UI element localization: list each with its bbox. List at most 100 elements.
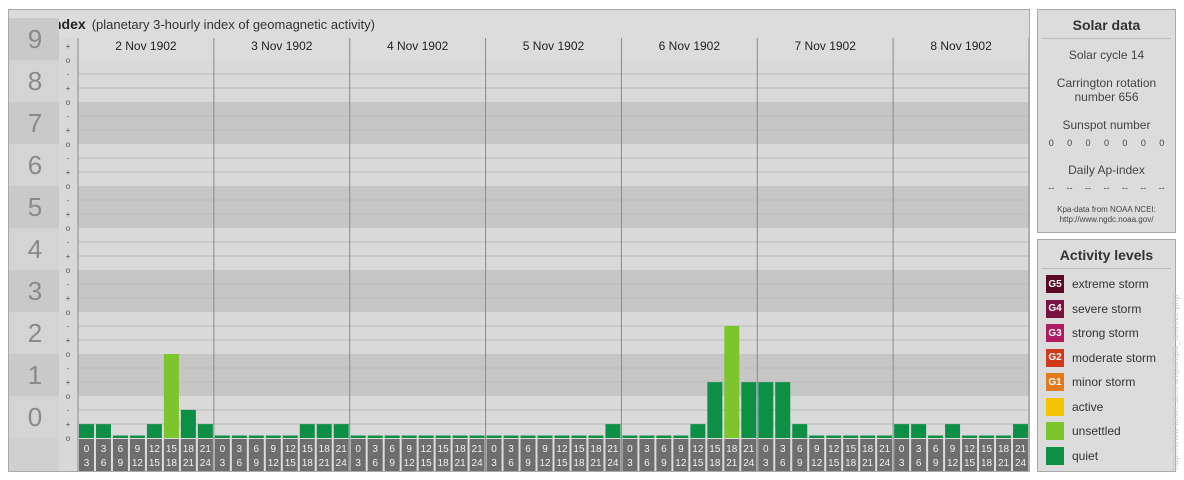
minor-tick-label: + [66,336,71,345]
interval-end: 21 [726,458,738,469]
interval-end: 18 [166,458,178,469]
interval-end: 9 [118,458,124,469]
interval-end: 3 [84,458,90,469]
day-label: 5 Nov 1902 [523,39,585,53]
interval-start: 3 [101,444,107,455]
interval-start: 15 [573,444,585,455]
interval-start: 18 [998,444,1010,455]
interval-end: 21 [998,458,1010,469]
interval-start: 18 [726,444,738,455]
legend-label: active [1072,399,1104,414]
sunspot-label: Sunspot number [1062,118,1151,132]
plot-band-6 [78,144,1029,186]
interval-end: 15 [828,458,840,469]
interval-end: 15 [285,458,297,469]
y-tick-label: 3 [28,276,42,306]
legend-item-strong-storm: G3 strong storm [1046,324,1139,342]
y-tick-label: 2 [28,318,42,348]
interval-end: 15 [964,458,976,469]
interval-end: 9 [661,458,667,469]
kp-bar [690,424,706,438]
interval-end: 18 [981,458,993,469]
legend-swatch: G4 [1046,299,1064,318]
kp-bar [741,382,757,438]
kp-bar [639,435,655,438]
sunspot-value-4: 0 [1122,138,1128,148]
interval-start: 6 [661,444,667,455]
minor-tick-label: o [66,182,71,191]
kp-bar [588,435,604,438]
interval-end: 9 [254,458,260,469]
interval-end: 24 [1015,458,1027,469]
interval-end: 12 [539,458,551,469]
kp-bar [486,435,502,438]
kp-bar [299,424,315,438]
interval-start: 9 [135,444,141,455]
kp-bar [163,354,179,438]
ap-value-2: -- [1085,183,1092,193]
interval-end: 9 [389,458,395,469]
interval-start: 0 [355,444,361,455]
interval-start: 12 [692,444,704,455]
interval-end: 9 [525,458,531,469]
interval-end: 3 [355,458,361,469]
legend-swatch [1046,397,1064,416]
ap-value-6: -- [1158,183,1165,193]
minor-tick-label: + [66,126,71,135]
interval-start: 9 [542,444,548,455]
interval-start: 21 [336,444,348,455]
plot-band-7 [78,102,1029,144]
interval-start: 6 [797,444,803,455]
ap-value-3: -- [1103,183,1110,193]
interval-start: 6 [389,444,395,455]
kp-bar [928,435,944,438]
kp-bar [792,424,808,438]
interval-end: 12 [268,458,280,469]
kp-bar [894,424,910,438]
interval-start: 3 [644,444,650,455]
interval-start: 12 [149,444,161,455]
interval-end: 21 [319,458,331,469]
minor-tick-label: - [67,154,70,163]
ap-value-0: -- [1048,183,1055,193]
interval-start: 6 [525,444,531,455]
legend-label: unsettled [1072,424,1121,438]
legend-item-active: active [1046,397,1104,416]
legend-label: extreme storm [1072,277,1149,291]
kp-bar [707,382,723,438]
credit-link[interactable]: http://www.ngdc.noaa.gov/ [1038,215,1175,225]
kp-bar [656,435,672,438]
minor-tick-label: - [67,280,70,289]
minor-tick-label: - [67,238,70,247]
legend-item-unsettled: unsettled [1046,422,1121,440]
interval-end: 18 [438,458,450,469]
interval-end: 21 [455,458,467,469]
interval-start: 21 [1015,444,1027,455]
interval-start: 3 [372,444,378,455]
plot-band-8 [78,60,1029,102]
interval-end: 6 [508,458,514,469]
minor-tick-label: - [67,196,70,205]
interval-end: 3 [491,458,497,469]
interval-end: 3 [627,458,633,469]
interval-start: 0 [220,444,226,455]
kpa-chart: 0123456789o+o+-o+-o+-o+-o+-o+-o+-o+-o+-2… [9,18,1029,471]
kp-bar [962,435,978,438]
interval-start: 9 [406,444,412,455]
interval-end: 9 [933,458,939,469]
interval-end: 6 [916,458,922,469]
interval-end: 15 [556,458,568,469]
interval-start: 6 [254,444,260,455]
legend-label: minor storm [1072,375,1136,389]
y-tick-label: 8 [28,66,42,96]
interval-start: 21 [200,444,212,455]
legend-item-moderate-storm: G2 moderate storm [1046,348,1156,367]
legend-item-quiet: quiet [1046,446,1098,465]
kp-bar [554,435,570,438]
kp-bar [350,435,366,438]
interval-start: 12 [556,444,568,455]
interval-end: 15 [692,458,704,469]
interval-end: 24 [879,458,891,469]
interval-start: 15 [981,444,993,455]
kp-bar [979,435,995,438]
